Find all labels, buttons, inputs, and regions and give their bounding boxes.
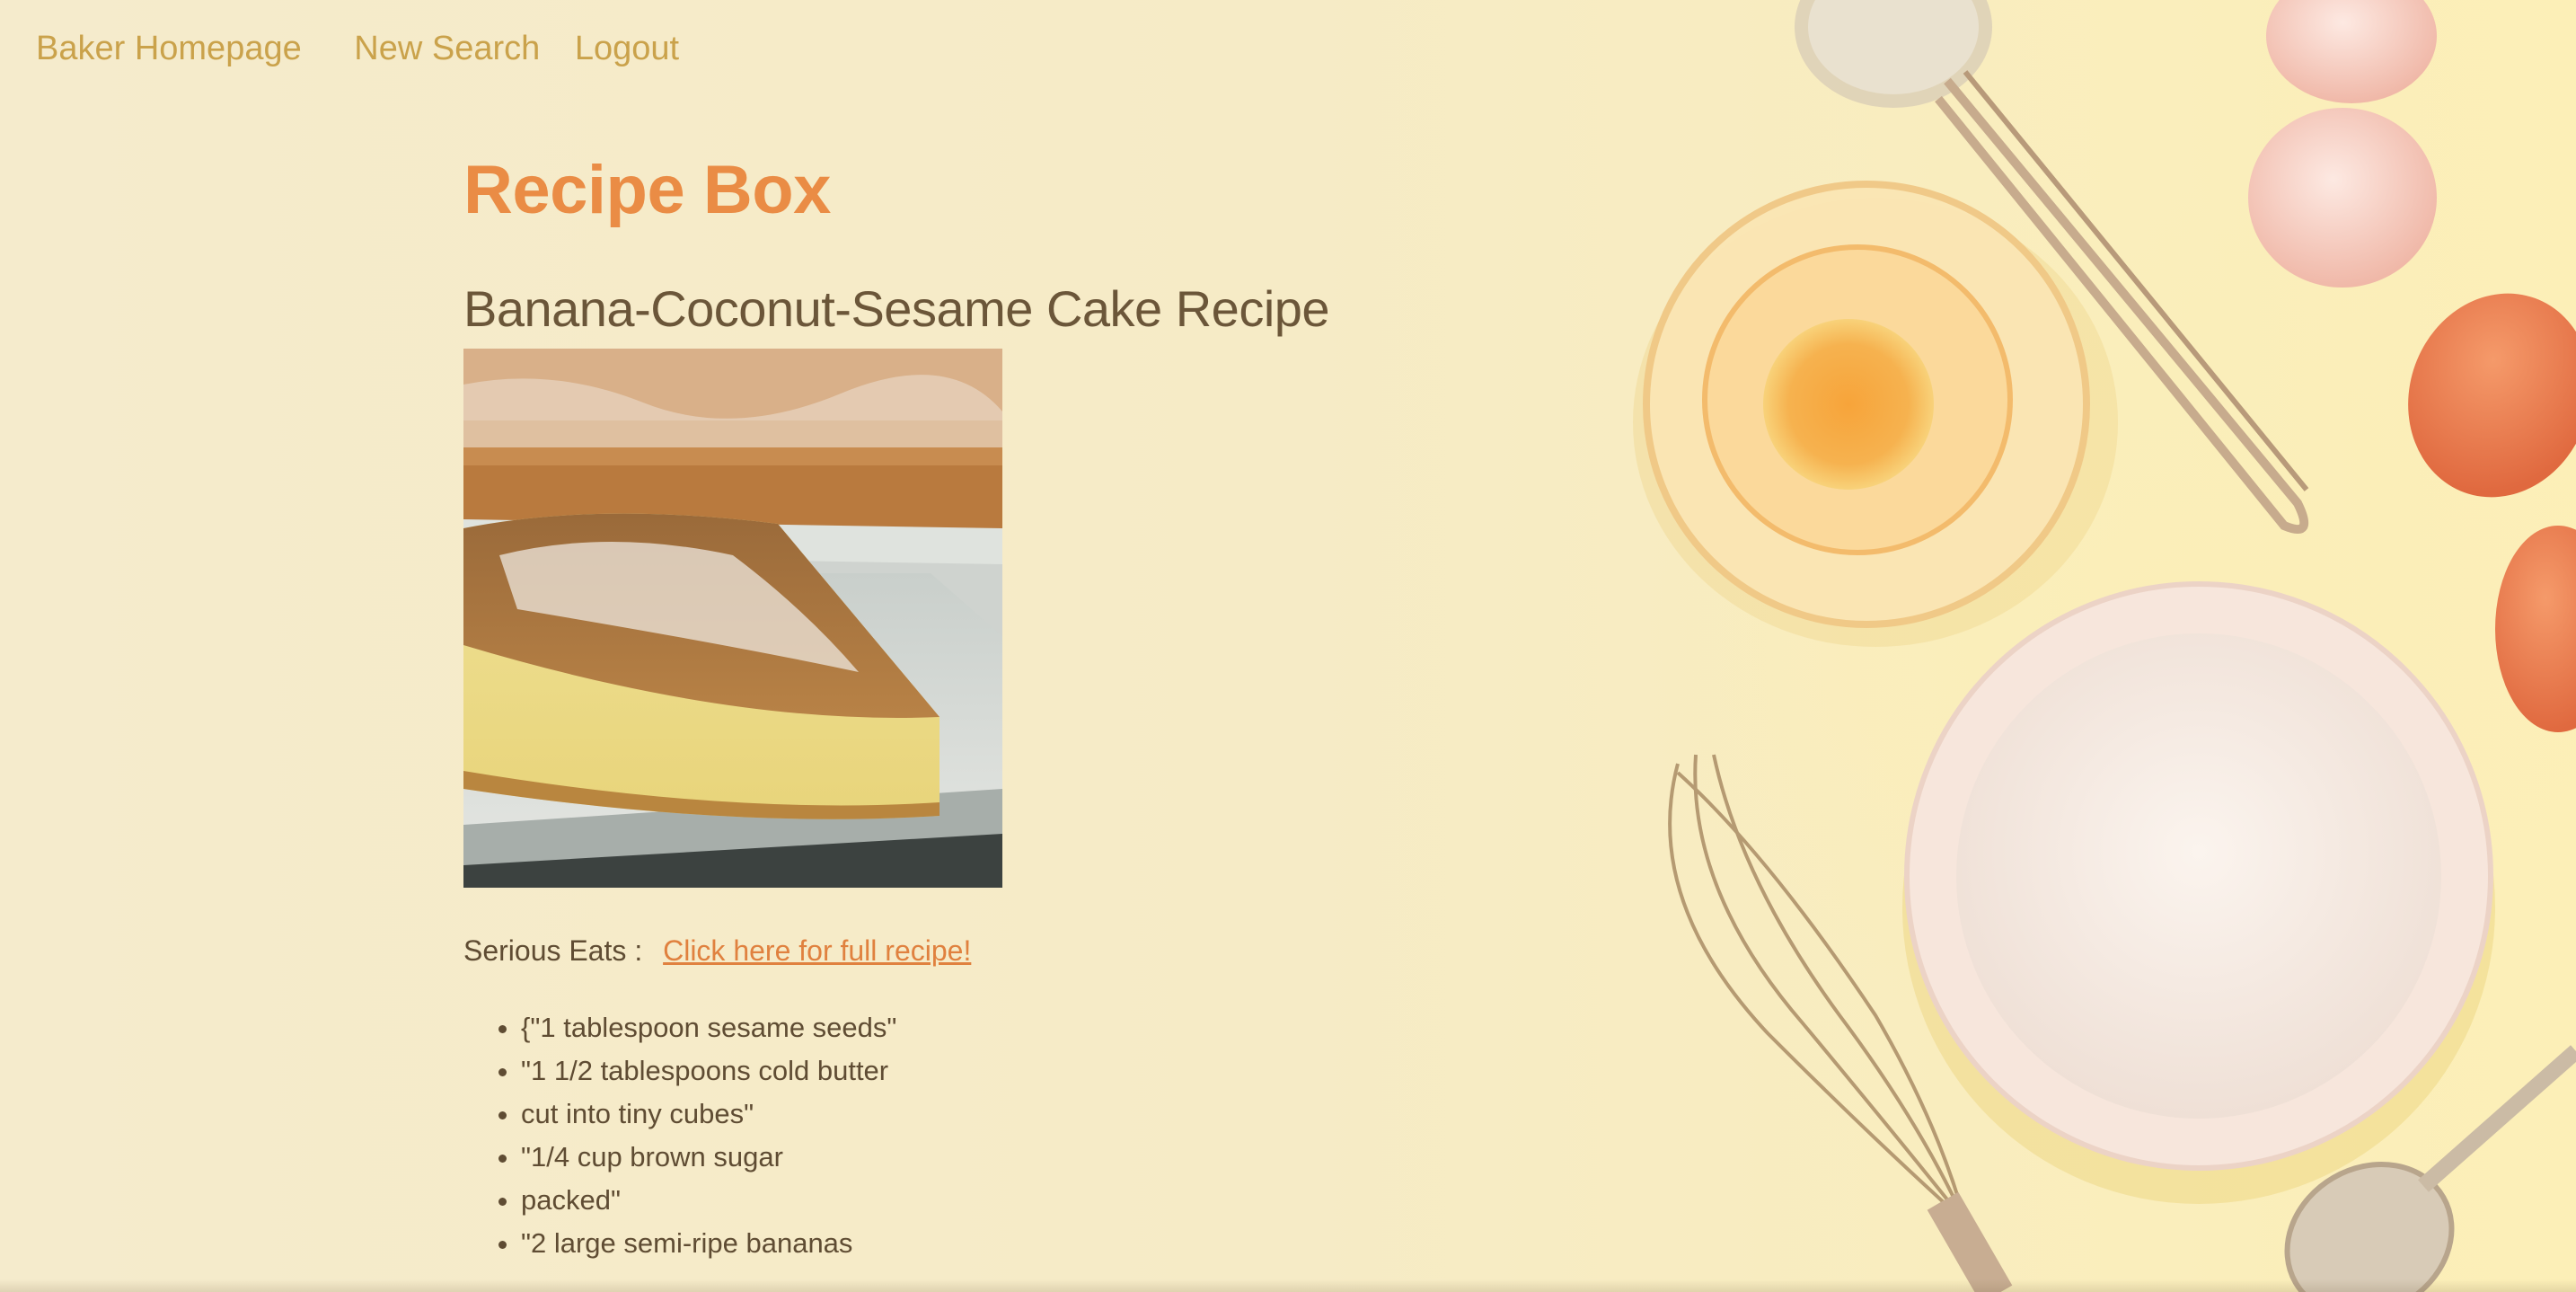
viewport-bottom-shadow (0, 1279, 2576, 1292)
ingredient-item: "1/4 cup brown sugar (521, 1136, 1451, 1179)
nav-baker-homepage-link[interactable]: Baker Homepage (36, 30, 302, 67)
page-title: Recipe Box (463, 152, 831, 228)
full-recipe-link[interactable]: Click here for full recipe! (663, 934, 971, 967)
ingredient-item: "1 1/2 tablespoons cold butter (521, 1049, 1451, 1093)
ingredient-item: cut into tiny cubes" (521, 1093, 1451, 1136)
recipe-image (463, 349, 1002, 888)
ingredient-item: packed" (521, 1179, 1451, 1222)
source-label: Serious Eats : (463, 934, 643, 967)
background-illustration (1633, 0, 2576, 1292)
ingredients-list: {"1 tablespoon sesame seeds" "1 1/2 tabl… (463, 1006, 1451, 1265)
nav-new-search-link[interactable]: New Search (354, 30, 540, 67)
ingredient-item: {"1 tablespoon sesame seeds" (521, 1006, 1451, 1049)
recipe-title: Banana-Coconut-Sesame Cake Recipe (463, 280, 1330, 337)
recipe-content: Recipe Box Banana-Coconut-Sesame Cake Re… (463, 144, 1451, 1265)
ingredient-item: "2 large semi-ripe bananas (521, 1222, 1451, 1265)
nav-logout-link[interactable]: Logout (575, 30, 679, 67)
top-nav: Baker Homepage New Search Logout (36, 25, 704, 72)
recipe-source: Serious Eats : Click here for full recip… (463, 931, 1451, 970)
